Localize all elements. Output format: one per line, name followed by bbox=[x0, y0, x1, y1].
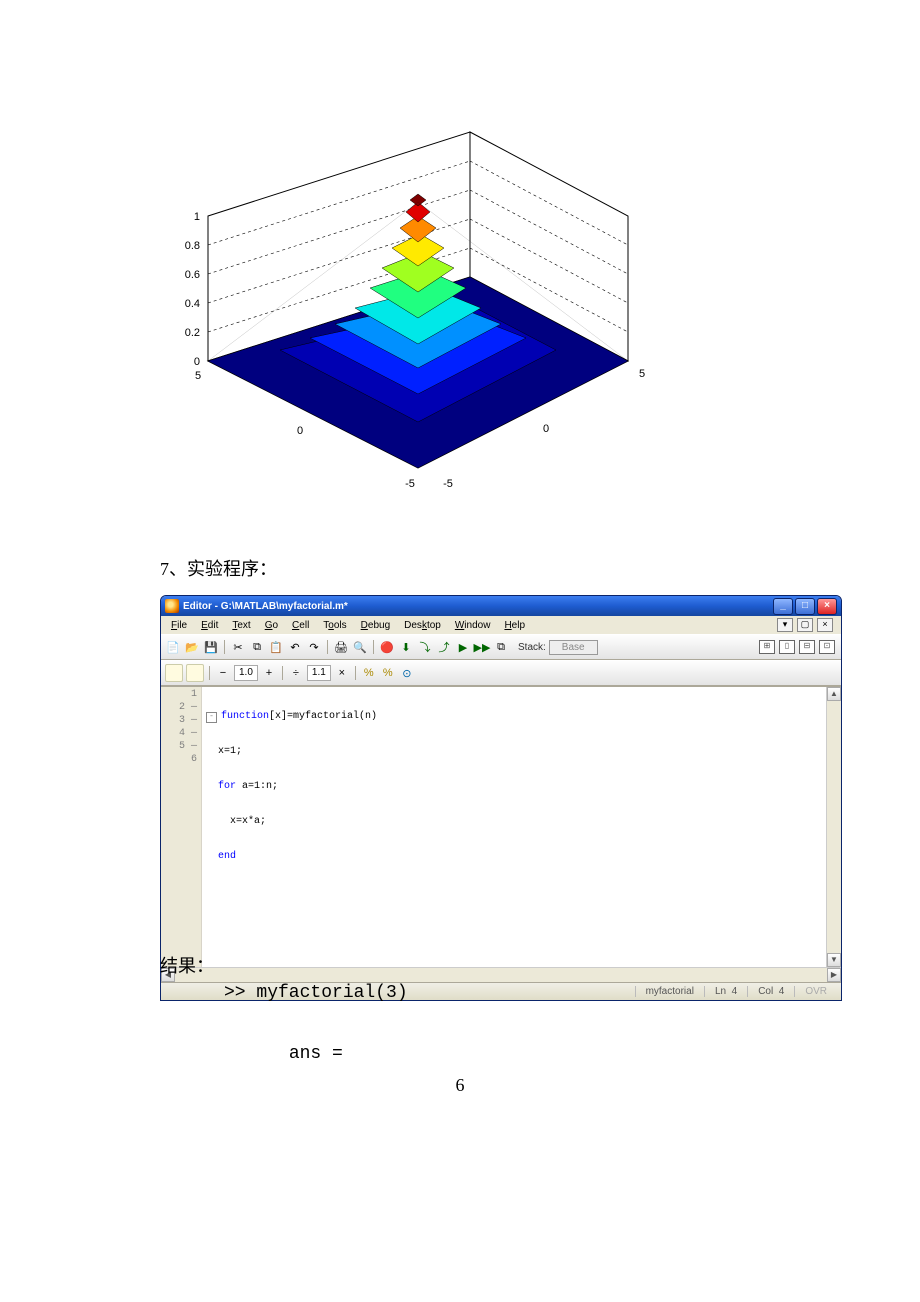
code-text: [x]=myfactorial(n) bbox=[269, 711, 377, 722]
vertical-scrollbar[interactable]: ▲ ▼ bbox=[826, 687, 841, 967]
step-in-icon[interactable]: ⤵ bbox=[417, 639, 433, 655]
eval-cell-icon[interactable]: % bbox=[361, 665, 377, 681]
x-tick-0: 0 bbox=[543, 423, 549, 435]
scroll-up-icon[interactable]: ▲ bbox=[827, 687, 841, 701]
step-icon[interactable]: ⬇ bbox=[398, 639, 414, 655]
line-number: 6 bbox=[191, 754, 197, 765]
y-tick-0: 0 bbox=[297, 425, 303, 437]
stack-dropdown[interactable]: Base bbox=[549, 640, 598, 655]
cell-divide-icon[interactable]: ÷ bbox=[288, 665, 304, 681]
stack-icon[interactable]: ⧉ bbox=[493, 639, 509, 655]
scroll-down-icon[interactable]: ▼ bbox=[827, 953, 841, 967]
keyword-for: for bbox=[218, 781, 236, 792]
surface-plot-figure: 0 0.2 0.4 0.6 0.8 1 5 0 -5 -5 0 5 bbox=[150, 110, 670, 490]
toolbar-main: 📄 📂 💾 ✂ ⧉ 📋 ↶ ↷ 🖨 🔍 🔴 ⬇ ⤵ ⤴ ▶ ▶▶ ⧉ Stack… bbox=[161, 634, 841, 660]
y-tick-pos5: 5 bbox=[195, 370, 201, 382]
layout-a-icon[interactable]: ⊞ bbox=[759, 640, 775, 654]
cell-multiplier-field[interactable]: 1.1 bbox=[307, 665, 331, 681]
page-number: 6 bbox=[0, 1075, 920, 1096]
layout-b-icon[interactable]: ▯ bbox=[779, 640, 795, 654]
minimize-button[interactable]: _ bbox=[773, 598, 793, 615]
layout-c-icon[interactable]: ⊟ bbox=[799, 640, 815, 654]
menu-edit[interactable]: Edit bbox=[195, 619, 224, 632]
eval-advance-icon[interactable]: % bbox=[380, 665, 396, 681]
line-gutter: 1 2— 3— 4— 5— 6 bbox=[161, 687, 202, 967]
menu-help[interactable]: Help bbox=[498, 619, 531, 632]
document-page: 0 0.2 0.4 0.6 0.8 1 5 0 -5 -5 0 5 7、实验程序… bbox=[0, 0, 920, 1302]
close-document-icon[interactable]: × bbox=[817, 618, 833, 632]
cell-minus-icon[interactable]: − bbox=[215, 665, 231, 681]
z-tick-0.2: 0.2 bbox=[185, 327, 200, 339]
status-col: Col 4 bbox=[747, 986, 794, 997]
window-titlebar[interactable]: Editor - G:\MATLAB\myfactorial.m* _ □ × bbox=[161, 596, 841, 616]
fold-icon[interactable]: - bbox=[206, 712, 217, 723]
line-number: 1 bbox=[191, 689, 197, 700]
menu-go[interactable]: Go bbox=[259, 619, 284, 632]
breakpoint-icon[interactable]: 🔴 bbox=[379, 639, 395, 655]
cell-increment-field[interactable]: 1.0 bbox=[234, 665, 258, 681]
z-tick-0.8: 0.8 bbox=[185, 240, 200, 252]
step-out-icon[interactable]: ⤴ bbox=[436, 639, 452, 655]
stack-label: Stack: bbox=[518, 642, 546, 653]
x-tick-neg5: -5 bbox=[443, 478, 453, 490]
cell-b-icon[interactable] bbox=[186, 664, 204, 682]
code-text: a=1:n; bbox=[236, 781, 278, 792]
cell-a-icon[interactable] bbox=[165, 664, 183, 682]
matlab-app-icon bbox=[165, 599, 179, 613]
copy-icon[interactable]: ⧉ bbox=[249, 639, 265, 655]
cut-icon[interactable]: ✂ bbox=[230, 639, 246, 655]
z-tick-0: 0 bbox=[194, 356, 200, 368]
menu-file[interactable]: FFileile bbox=[165, 619, 193, 632]
section-heading: 7、实验程序： bbox=[160, 555, 277, 581]
menu-cell[interactable]: Cell bbox=[286, 619, 315, 632]
find-icon[interactable]: 🔍 bbox=[352, 639, 368, 655]
y-tick-neg5: -5 bbox=[405, 478, 415, 490]
undock-icon[interactable]: ▢ bbox=[797, 618, 813, 632]
window-title: Editor - G:\MATLAB\myfactorial.m* bbox=[183, 601, 773, 612]
run-continue-icon[interactable]: ▶▶ bbox=[474, 639, 490, 655]
toolbar-cell: − 1.0 + ÷ 1.1 × % % ⊙ bbox=[161, 660, 841, 686]
maximize-button[interactable]: □ bbox=[795, 598, 815, 615]
matlab-editor-window: Editor - G:\MATLAB\myfactorial.m* _ □ × … bbox=[160, 595, 842, 1001]
save-icon[interactable]: 💾 bbox=[203, 639, 219, 655]
x-tick-pos5: 5 bbox=[639, 368, 645, 380]
command-output: >> myfactorial(3) ans = bbox=[224, 978, 408, 1070]
scroll-right-icon[interactable]: ▶ bbox=[827, 968, 841, 982]
close-button[interactable]: × bbox=[817, 598, 837, 615]
print-icon[interactable]: 🖨 bbox=[333, 639, 349, 655]
paste-icon[interactable]: 📋 bbox=[268, 639, 284, 655]
output-line-1: >> myfactorial(3) bbox=[224, 983, 408, 1003]
z-tick-1: 1 bbox=[194, 211, 200, 223]
undo-icon[interactable]: ↶ bbox=[287, 639, 303, 655]
menu-tools[interactable]: Tools bbox=[317, 619, 352, 632]
open-file-icon[interactable]: 📂 bbox=[184, 639, 200, 655]
run-icon[interactable]: ▶ bbox=[455, 639, 471, 655]
code-editor[interactable]: -function[x]=myfactorial(n) x=1; for a=1… bbox=[202, 687, 826, 967]
menu-window[interactable]: Window bbox=[449, 619, 497, 632]
surface-plot-svg: 0 0.2 0.4 0.6 0.8 1 5 0 -5 -5 0 5 bbox=[150, 110, 670, 490]
menu-debug[interactable]: Debug bbox=[355, 619, 396, 632]
new-file-icon[interactable]: 📄 bbox=[165, 639, 181, 655]
redo-icon[interactable]: ↷ bbox=[306, 639, 322, 655]
keyword-end: end bbox=[218, 851, 236, 862]
z-tick-0.4: 0.4 bbox=[185, 298, 200, 310]
dock-dropdown-icon[interactable]: ▾ bbox=[777, 618, 793, 632]
menu-text[interactable]: Text bbox=[226, 619, 256, 632]
code-text: x=x*a; bbox=[230, 816, 266, 827]
eval-file-icon[interactable]: ⊙ bbox=[399, 665, 415, 681]
code-area: 1 2— 3— 4— 5— 6 -function[x]=myfactorial… bbox=[161, 686, 841, 967]
code-text: x=1; bbox=[218, 746, 242, 757]
z-tick-0.6: 0.6 bbox=[185, 269, 200, 281]
output-line-2: ans = bbox=[289, 1044, 343, 1064]
result-heading: 结果： bbox=[160, 952, 214, 978]
menubar: FFileile Edit Text Go Cell Tools Debug D… bbox=[161, 616, 841, 634]
layout-d-icon[interactable]: ⊡ bbox=[819, 640, 835, 654]
status-filename: myfactorial bbox=[635, 986, 704, 997]
keyword-function: function bbox=[221, 711, 269, 722]
status-line: Ln 4 bbox=[704, 986, 747, 997]
cell-times-icon[interactable]: × bbox=[334, 665, 350, 681]
cell-plus-icon[interactable]: + bbox=[261, 665, 277, 681]
menu-desktop[interactable]: Desktop bbox=[398, 619, 447, 632]
status-ovr: OVR bbox=[794, 986, 837, 997]
